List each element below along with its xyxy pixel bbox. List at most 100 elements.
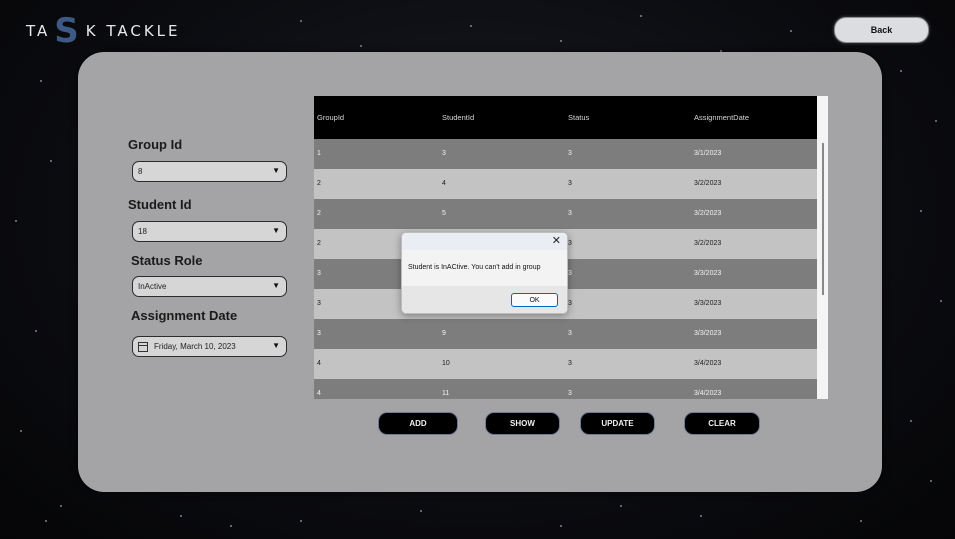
table-row[interactable]: 3 9 3 3/3/2023 [314, 319, 817, 349]
dialog-message: Student is InACtive. You can't add in gr… [408, 264, 541, 271]
table-cell: 3/3/2023 [694, 300, 722, 307]
star [40, 80, 42, 82]
table-cell: 3 [568, 390, 572, 397]
table-cell: 4 [317, 360, 321, 367]
star [60, 505, 62, 507]
star [20, 430, 22, 432]
table-cell: 3 [568, 210, 572, 217]
chevron-down-icon: ▼ [272, 281, 280, 290]
column-header-status[interactable]: Status [568, 113, 589, 122]
table-cell: 2 [317, 180, 321, 187]
clear-button[interactable]: CLEAR [684, 412, 760, 435]
dialog-footer: OK [402, 286, 567, 313]
star [360, 45, 362, 47]
star [900, 70, 902, 72]
app-logo: TA S K TACKLE [26, 14, 181, 48]
star [640, 15, 642, 17]
table-cell: 2 [317, 240, 321, 247]
message-dialog: ✕ Student is InACtive. You can't add in … [401, 232, 568, 314]
close-icon[interactable]: ✕ [552, 234, 561, 247]
table-row[interactable]: 4 10 3 3/4/2023 [314, 349, 817, 379]
logo-text-right: K TACKLE [85, 22, 181, 40]
star [470, 25, 472, 27]
ok-button[interactable]: OK [511, 293, 558, 307]
assignments-grid[interactable]: GroupId StudentId Status AssignmentDate … [314, 96, 828, 399]
star [420, 510, 422, 512]
star [940, 300, 942, 302]
group-id-select[interactable]: 8 ▼ [132, 161, 287, 182]
logo-text-left: TA [26, 22, 51, 40]
status-role-select[interactable]: InActive ▼ [132, 276, 287, 297]
table-cell: 3/4/2023 [694, 390, 722, 397]
star [300, 520, 302, 522]
assignment-date-value: Friday, March 10, 2023 [154, 342, 236, 351]
group-id-label: Group Id [128, 137, 183, 152]
chevron-down-icon: ▼ [272, 341, 280, 350]
dialog-titlebar: ✕ [402, 233, 567, 250]
back-button[interactable]: Back [834, 17, 929, 43]
star [620, 505, 622, 507]
star [560, 40, 562, 42]
table-cell: 3 [317, 300, 321, 307]
table-cell: 3 [568, 330, 572, 337]
star [50, 160, 52, 162]
table-row[interactable]: 1 3 3 3/1/2023 [314, 139, 817, 169]
table-cell: 3/3/2023 [694, 330, 722, 337]
table-cell: 3 [568, 360, 572, 367]
grid-header: GroupId StudentId Status AssignmentDate [314, 96, 817, 139]
table-cell: 9 [442, 330, 446, 337]
table-cell: 3 [568, 150, 572, 157]
student-id-select[interactable]: 18 ▼ [132, 221, 287, 242]
grid-vertical-scrollbar[interactable] [817, 96, 828, 399]
star [180, 515, 182, 517]
star [35, 330, 37, 332]
star [930, 480, 932, 482]
table-cell: 3/1/2023 [694, 150, 722, 157]
show-button[interactable]: SHOW [485, 412, 560, 435]
table-cell: 3/2/2023 [694, 180, 722, 187]
table-cell: 10 [442, 360, 450, 367]
column-header-assignment-date[interactable]: AssignmentDate [694, 113, 749, 122]
status-role-value: InActive [138, 282, 167, 291]
star [935, 120, 937, 122]
table-cell: 3 [317, 270, 321, 277]
table-cell: 4 [317, 390, 321, 397]
star [700, 515, 702, 517]
star [920, 210, 922, 212]
table-cell: 1 [317, 150, 321, 157]
table-cell: 5 [442, 210, 446, 217]
column-header-student-id[interactable]: StudentId [442, 113, 474, 122]
table-cell: 3/2/2023 [694, 240, 722, 247]
table-cell: 3 [442, 150, 446, 157]
table-cell: 3/3/2023 [694, 270, 722, 277]
scrollbar-thumb[interactable] [822, 143, 824, 295]
table-cell: 3 [568, 240, 572, 247]
star [300, 20, 302, 22]
table-cell: 3 [568, 270, 572, 277]
add-button[interactable]: ADD [378, 412, 458, 435]
table-cell: 3 [568, 180, 572, 187]
student-id-label: Student Id [128, 197, 192, 212]
table-cell: 3 [317, 330, 321, 337]
assignment-date-picker[interactable]: Friday, March 10, 2023 ▼ [132, 336, 287, 357]
star [15, 220, 17, 222]
update-button[interactable]: UPDATE [580, 412, 655, 435]
calendar-icon [138, 341, 148, 352]
star [230, 525, 232, 527]
star [790, 30, 792, 32]
table-row[interactable]: 2 4 3 3/2/2023 [314, 169, 817, 199]
table-cell: 2 [317, 210, 321, 217]
table-row[interactable]: 2 5 3 3/2/2023 [314, 199, 817, 229]
star [910, 420, 912, 422]
chevron-down-icon: ▼ [272, 166, 280, 175]
table-cell: 11 [442, 390, 450, 397]
table-cell: 3 [568, 300, 572, 307]
column-header-group-id[interactable]: GroupId [317, 113, 344, 122]
star [45, 520, 47, 522]
chevron-down-icon: ▼ [272, 226, 280, 235]
table-row[interactable]: 4 11 3 3/4/2023 [314, 379, 817, 399]
table-cell: 3/2/2023 [694, 210, 722, 217]
table-cell: 3/4/2023 [694, 360, 722, 367]
table-cell: 4 [442, 180, 446, 187]
group-id-value: 8 [138, 167, 143, 176]
